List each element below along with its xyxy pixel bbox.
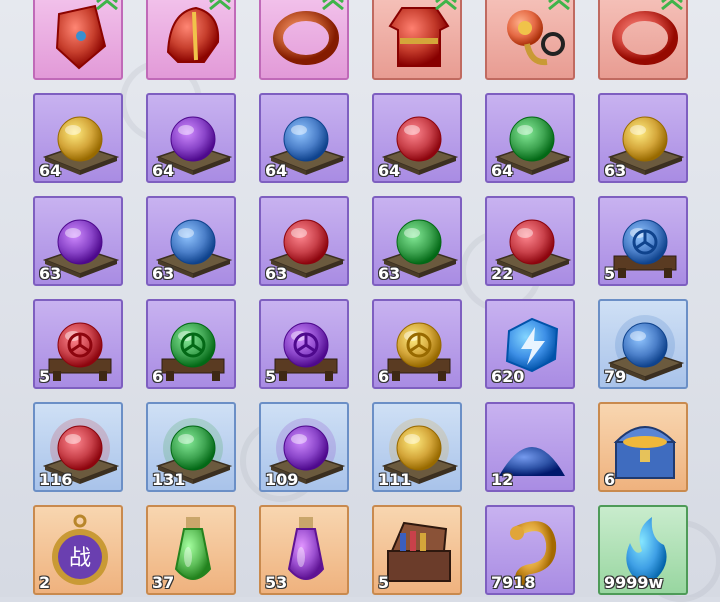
armor-piece-icon (55, 4, 107, 70)
inventory-slot[interactable] (259, 0, 349, 80)
inventory-slot[interactable]: 64 (259, 93, 349, 183)
inventory-slot[interactable]: 63 (598, 93, 688, 183)
item-count: 5 (39, 367, 51, 386)
item-count: 63 (265, 264, 288, 283)
item-count: 64 (152, 161, 175, 180)
item-count: 64 (265, 161, 288, 180)
inventory-slot[interactable] (372, 0, 462, 80)
inventory-slot[interactable]: 12 (485, 402, 575, 492)
inventory-slot[interactable]: 5 (598, 196, 688, 286)
inventory-slot[interactable]: 9999w (598, 505, 688, 595)
item-count: 620 (491, 367, 525, 386)
item-count: 9999w (604, 573, 664, 592)
item-count: 64 (378, 161, 401, 180)
inventory-slot[interactable]: 63 (146, 196, 236, 286)
inventory-slot[interactable]: 64 (372, 93, 462, 183)
ring-icon (273, 11, 339, 65)
belt-icon (507, 10, 565, 66)
inventory-slot[interactable]: 53 (259, 505, 349, 595)
inventory-slot[interactable]: 6 (146, 299, 236, 389)
item-count: 63 (378, 264, 401, 283)
token-glyph: 战 (69, 546, 91, 571)
inventory-slot[interactable] (485, 0, 575, 80)
item-count: 5 (604, 264, 616, 283)
upgrade-arrow-icon (660, 0, 684, 11)
item-count: 131 (152, 470, 186, 489)
item-count: 79 (604, 367, 627, 386)
inventory-slot[interactable]: 111 (372, 402, 462, 492)
item-count: 109 (265, 470, 299, 489)
inventory-slot[interactable]: 5 (372, 505, 462, 595)
item-count: 5 (265, 367, 277, 386)
item-count: 22 (491, 264, 514, 283)
robe-icon (388, 7, 450, 67)
helmet-icon (166, 6, 220, 63)
inventory-slot[interactable]: 620 (485, 299, 575, 389)
inventory-slot[interactable]: 131 (146, 402, 236, 492)
item-count: 116 (39, 470, 73, 489)
item-count: 5 (378, 573, 390, 592)
item-count: 6 (152, 367, 164, 386)
inventory-grid: 64 64 64 64 64 63 63 63 63 63 22 5 5 6 5… (33, 0, 688, 595)
inventory-slot[interactable]: 5 (33, 299, 123, 389)
item-count: 63 (604, 161, 627, 180)
inventory-slot[interactable]: 63 (372, 196, 462, 286)
inventory-slot[interactable]: 64 (485, 93, 575, 183)
item-count: 2 (39, 573, 51, 592)
inventory-slot[interactable]: 37 (146, 505, 236, 595)
upgrade-arrow-icon (208, 0, 232, 11)
inventory-slot[interactable]: 63 (33, 196, 123, 286)
inventory-slot[interactable]: 5 (259, 299, 349, 389)
item-count: 63 (39, 264, 62, 283)
item-count: 63 (152, 264, 175, 283)
item-count: 37 (152, 573, 175, 592)
item-count: 12 (491, 470, 514, 489)
inventory-slot[interactable]: 22 (485, 196, 575, 286)
inventory-slot[interactable]: 64 (146, 93, 236, 183)
upgrade-arrow-icon (434, 0, 458, 11)
item-count: 53 (265, 573, 288, 592)
bracelet-icon (612, 11, 678, 65)
upgrade-arrow-icon (321, 0, 345, 11)
item-count: 6 (604, 470, 616, 489)
upgrade-arrow-icon (547, 0, 571, 11)
inventory-slot[interactable]: 116 (33, 402, 123, 492)
item-count: 6 (378, 367, 390, 386)
inventory-slot[interactable]: 6 (598, 402, 688, 492)
inventory-slot[interactable]: 战2 (33, 505, 123, 595)
inventory-slot[interactable] (33, 0, 123, 80)
item-count: 111 (378, 470, 412, 489)
upgrade-arrow-icon (95, 0, 119, 11)
inventory-slot[interactable]: 64 (33, 93, 123, 183)
inventory-slot[interactable]: 6 (372, 299, 462, 389)
inventory-panel: 64 64 64 64 64 63 63 63 63 63 22 5 5 6 5… (0, 0, 720, 602)
inventory-slot[interactable]: 7918 (485, 505, 575, 595)
item-count: 64 (39, 161, 62, 180)
inventory-slot[interactable] (598, 0, 688, 80)
inventory-slot[interactable]: 63 (259, 196, 349, 286)
item-count: 7918 (491, 573, 536, 592)
item-count: 64 (491, 161, 514, 180)
inventory-slot[interactable]: 109 (259, 402, 349, 492)
inventory-slot[interactable]: 79 (598, 299, 688, 389)
inventory-slot[interactable] (146, 0, 236, 80)
